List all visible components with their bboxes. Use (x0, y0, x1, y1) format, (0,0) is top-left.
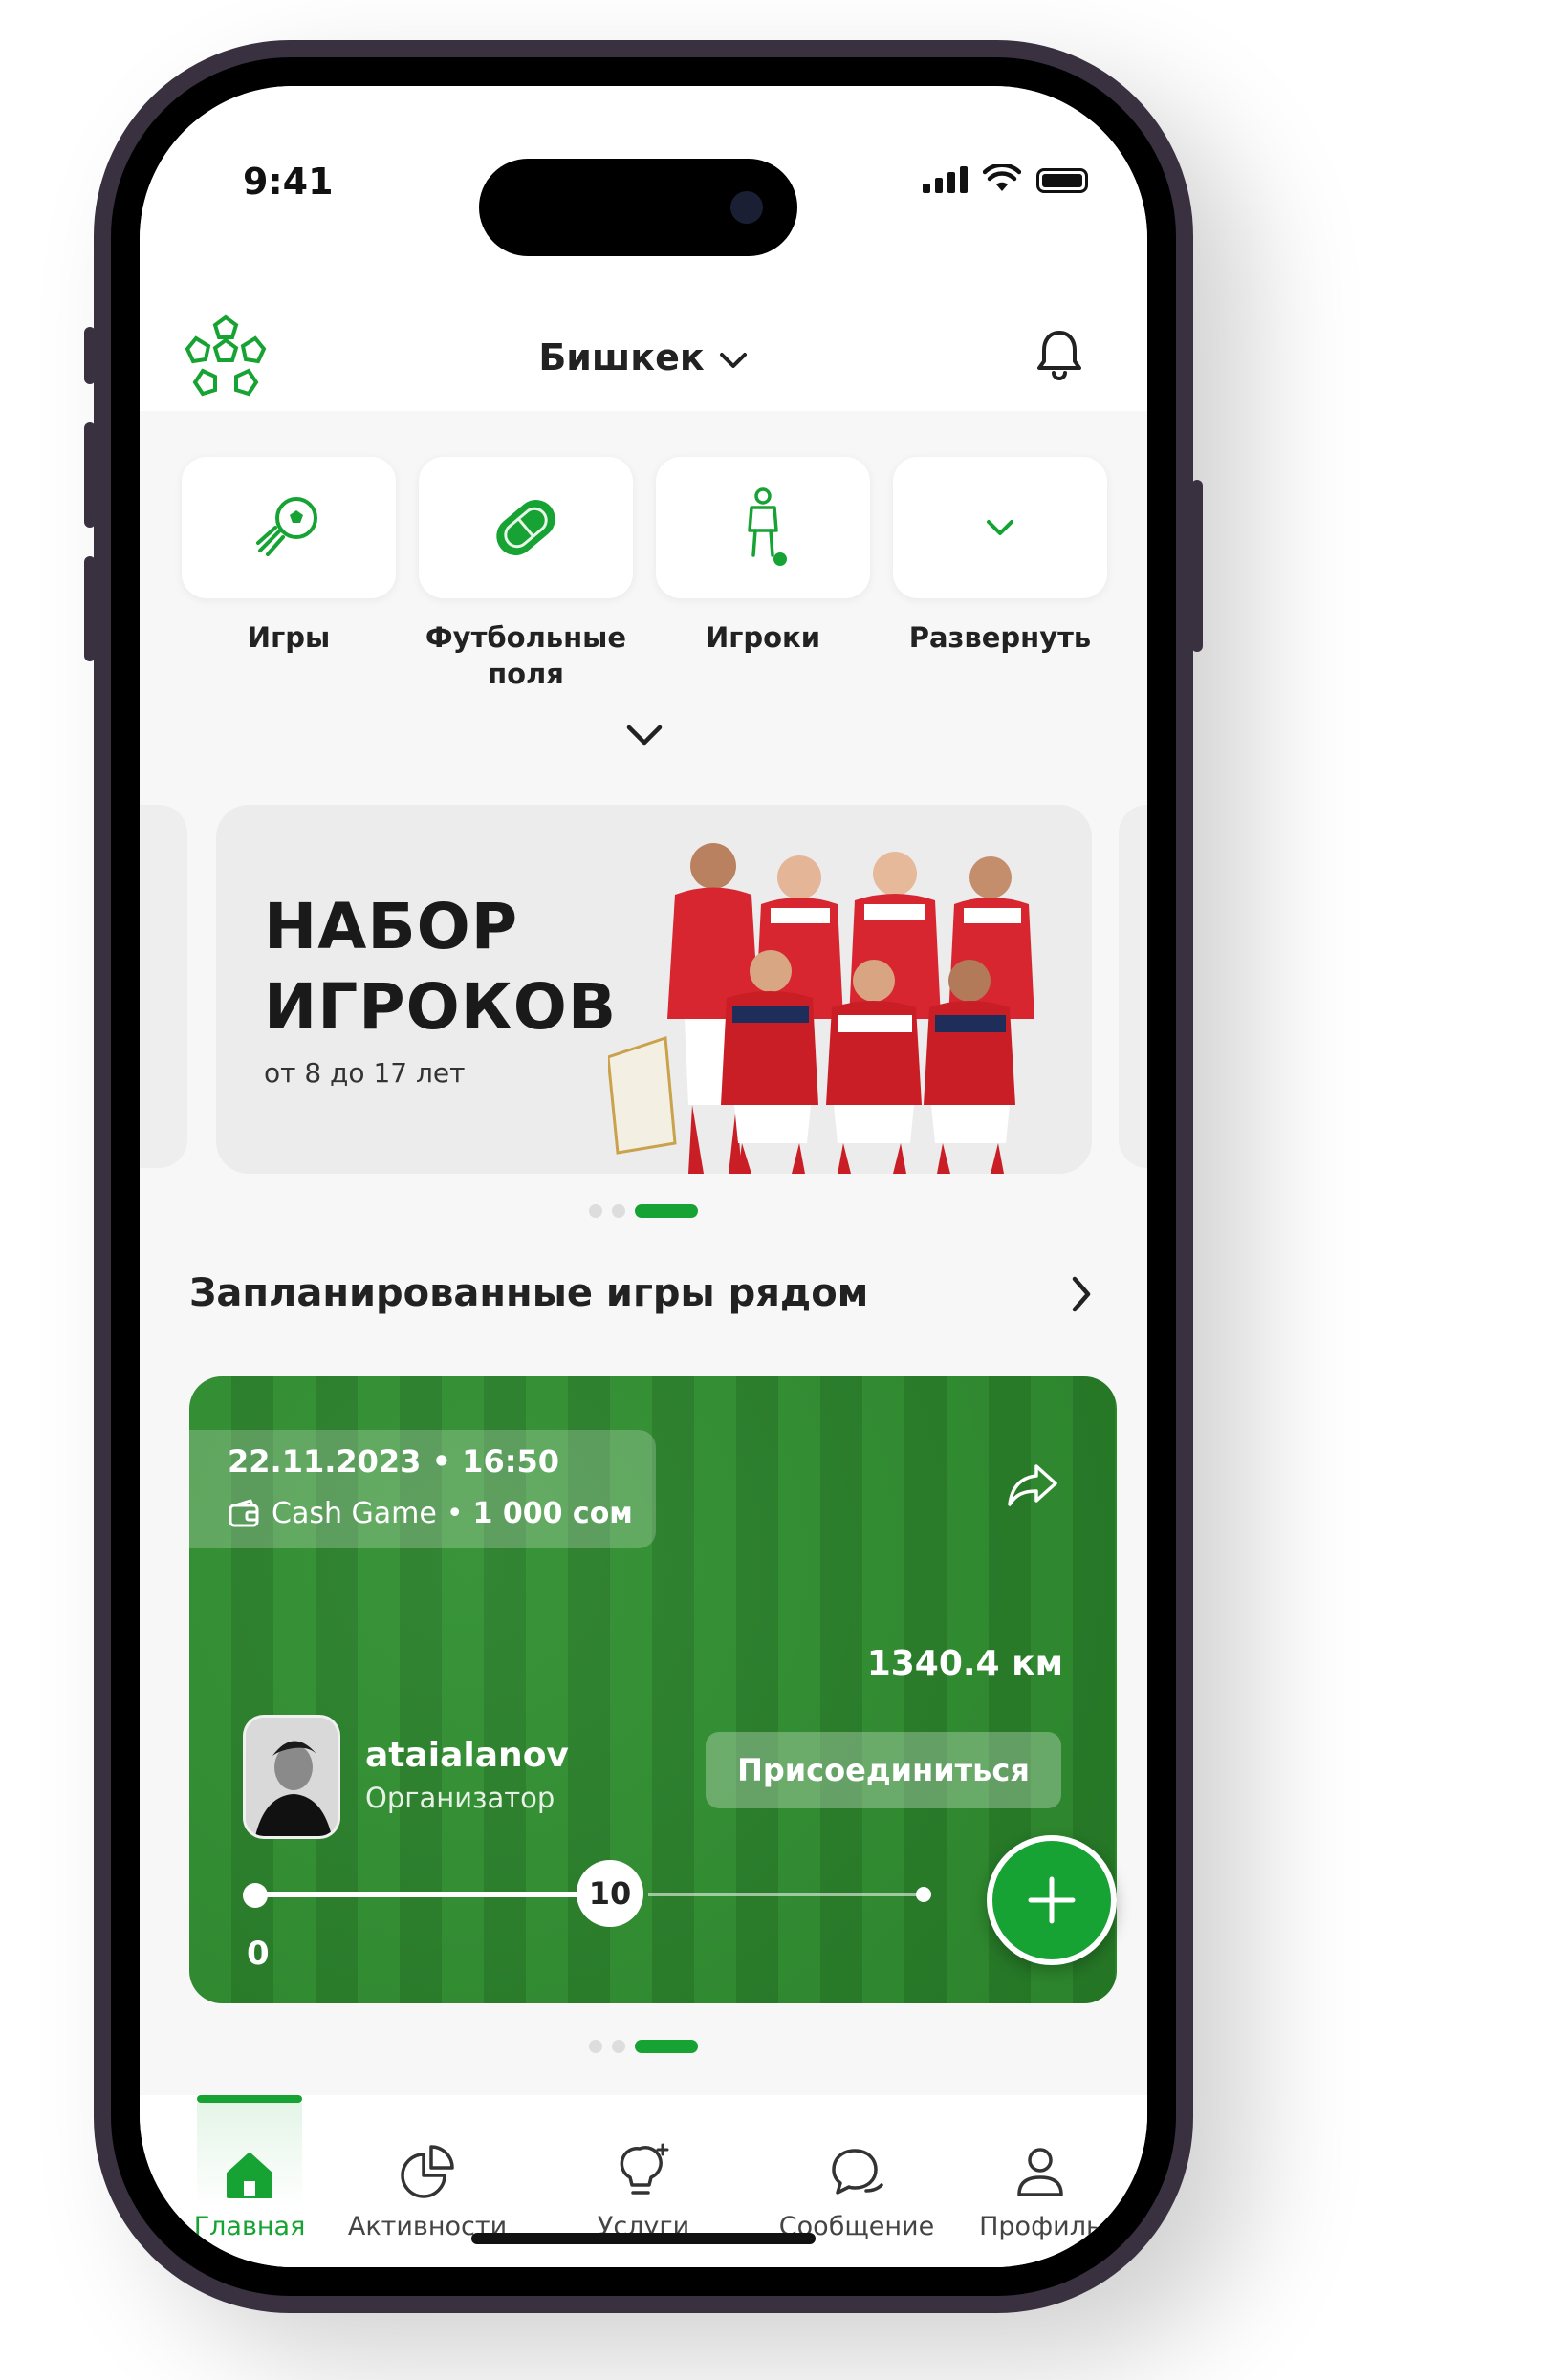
wifi-icon (983, 164, 1021, 191)
category-expand[interactable]: Развернуть (893, 457, 1107, 692)
pie-chart-icon (401, 2145, 454, 2198)
dynamic-island (479, 159, 797, 256)
pagination-dot[interactable] (612, 1204, 625, 1218)
category-games-tile[interactable] (182, 457, 396, 598)
card-pagination (140, 2040, 1147, 2053)
power-button (1191, 480, 1203, 652)
team-photo (608, 843, 1034, 1174)
home-icon (227, 2153, 272, 2198)
status-time: 9:41 (243, 161, 334, 203)
game-datetime-box: 22.11.2023 • 16:50 Cash Game • 1 000 сом (189, 1430, 656, 1548)
chevron-right-icon[interactable] (1067, 1273, 1096, 1315)
organizer-photo (246, 1718, 338, 1836)
category-players[interactable]: Игроки (656, 457, 870, 692)
banner-pagination (140, 1204, 1147, 1218)
mute-switch (84, 327, 96, 384)
volume-down-button (84, 556, 96, 661)
players-count-knob[interactable]: 10 (577, 1860, 643, 1927)
app-screen: 9:41 Бишкек Игры Футбольные поля Игроки … (140, 86, 1147, 2267)
tab-profile-label: Профиль (979, 2212, 1101, 2241)
phone-frame: 9:41 Бишкек Игры Футбольные поля Игроки … (84, 40, 1203, 2313)
players-track-remaining (648, 1893, 925, 1896)
wallet-icon (229, 1499, 259, 1526)
game-datetime: 22.11.2023 • 16:50 (228, 1443, 560, 1480)
category-grid: Игры Футбольные поля Игроки Развернуть (182, 457, 1107, 692)
home-indicator[interactable] (471, 2233, 816, 2244)
add-game-button[interactable] (987, 1835, 1117, 1965)
category-fields-tile[interactable] (419, 457, 633, 598)
status-icons (923, 164, 1088, 193)
game-type: Cash Game • 1 000 сом (228, 1497, 633, 1530)
tab-profile[interactable]: Профиль (954, 2095, 1126, 2241)
organizer-name: ataialanov (365, 1736, 569, 1775)
pagination-dot-active[interactable] (635, 1204, 698, 1218)
join-button[interactable]: Присоединиться (706, 1732, 1061, 1808)
battery-icon (1036, 168, 1088, 193)
pagination-dot[interactable] (612, 2040, 625, 2053)
category-fields[interactable]: Футбольные поля (419, 457, 633, 692)
category-fields-label: Футбольные поля (425, 621, 627, 690)
game-distance: 1340.4 км (866, 1644, 1063, 1683)
city-name: Бишкек (538, 336, 705, 379)
pagination-dot[interactable] (589, 2040, 602, 2053)
banner-subtitle: от 8 до 17 лет (264, 1057, 466, 1089)
banner-prev-peek[interactable] (140, 805, 187, 1168)
banner-next-peek[interactable] (1119, 805, 1147, 1168)
lightbulb-icon (620, 2143, 669, 2195)
category-players-label: Игроки (705, 621, 821, 654)
category-expand-tile[interactable] (893, 457, 1107, 598)
players-track-end (916, 1887, 931, 1902)
promo-banner[interactable]: НАБОР ИГРОКОВ от 8 до 17 лет (216, 805, 1092, 1174)
game-card[interactable]: 22.11.2023 • 16:50 Cash Game • 1 000 сом… (189, 1376, 1117, 2003)
tab-activities[interactable]: Активности (337, 2095, 518, 2241)
category-expand-label: Развернуть (908, 621, 1092, 654)
chevron-down-icon (987, 520, 1013, 535)
player-icon (748, 487, 787, 566)
city-selector[interactable]: Бишкек (140, 336, 1147, 379)
share-icon[interactable] (1006, 1460, 1059, 1508)
banner-title: НАБОР ИГРОКОВ (264, 890, 618, 1044)
tab-home[interactable]: Главная (159, 2095, 340, 2241)
active-tab-indicator (197, 2095, 302, 2103)
players-min-value: 0 (247, 1935, 270, 1973)
players-track-start (243, 1883, 268, 1908)
plus-icon (1028, 1876, 1076, 1924)
app-header: Бишкек (140, 277, 1147, 411)
tab-services[interactable]: Услуги (553, 2095, 734, 2241)
tab-messages[interactable]: Сообщение (751, 2095, 962, 2241)
pagination-dot[interactable] (589, 1204, 602, 1218)
profile-icon (1017, 2148, 1063, 2196)
avatar[interactable] (243, 1715, 340, 1839)
pagination-dot-active[interactable] (635, 2040, 698, 2053)
category-games[interactable]: Игры (182, 457, 396, 692)
chat-icon (832, 2149, 883, 2195)
organizer-role: Организатор (365, 1782, 555, 1814)
players-track-filled (254, 1892, 610, 1897)
football-field-icon (496, 500, 555, 555)
expand-categories-chevron-icon[interactable] (623, 720, 665, 748)
soccer-ball-kick-icon (256, 497, 317, 556)
category-players-tile[interactable] (656, 457, 870, 598)
section-title: Запланированные игры рядом (189, 1271, 869, 1315)
tab-home-label: Главная (193, 2212, 306, 2241)
signal-icon (923, 164, 968, 193)
volume-up-button (84, 422, 96, 528)
category-games-label: Игры (247, 621, 331, 654)
bell-icon[interactable] (1034, 327, 1084, 380)
chevron-down-icon (719, 352, 747, 368)
